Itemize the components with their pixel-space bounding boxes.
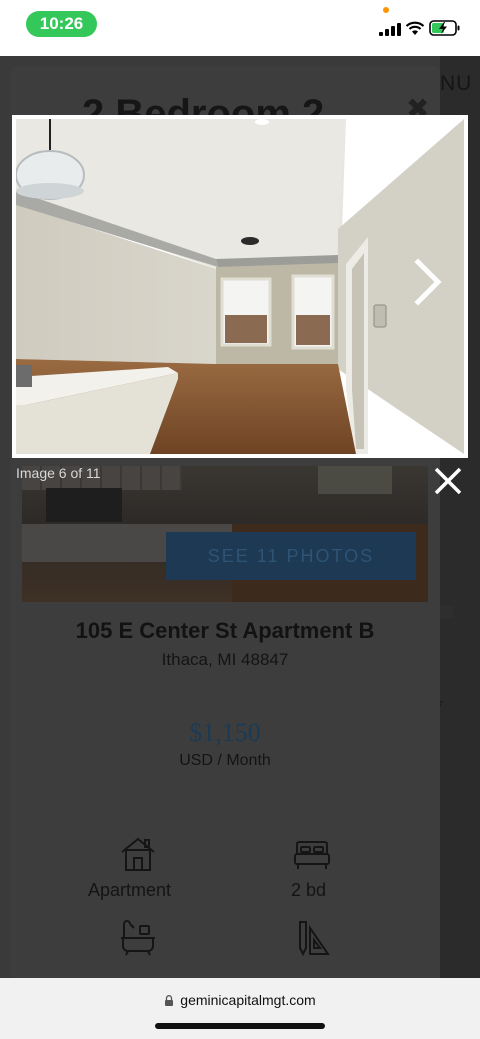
feature-bedrooms-label: 2 bd [291,880,327,900]
status-bar: 10:26 [0,0,480,56]
wifi-icon [405,21,425,35]
image-counter: Image 6 of 11 [16,465,101,481]
price-unit: USD / Month [179,752,271,769]
listing-address: 105 E Center St Apartment B [75,618,375,643]
bath-icon [121,920,155,956]
close-lightbox-icon[interactable] [432,465,464,497]
battery-charging-icon [429,20,460,36]
kitchen-window [318,466,392,494]
kitchen-stove [46,488,122,522]
address-bar[interactable]: geminicapitalmgt.com [0,992,480,1008]
next-image-chevron-right-icon[interactable] [410,258,448,306]
status-time: 10:26 [26,11,97,37]
listing-city: Ithaca, MI 48847 [161,650,289,669]
cellular-signal-icon [379,23,401,36]
apartment-photo [16,119,464,454]
privacy-indicator-icon [383,7,389,13]
url-text: geminicapitalmgt.com [180,992,316,1008]
lightbox-image-frame [12,115,468,458]
see-photos-button[interactable]: SEE 11 PHOTOS [166,532,416,580]
ruler-icon [299,921,330,957]
home-indicator[interactable] [155,1023,325,1029]
bed-icon [294,841,330,869]
listing-price: $1,150 [189,718,261,747]
house-icon [121,837,155,871]
feature-type-label: Apartment [88,880,172,900]
browser-address-bar: geminicapitalmgt.com [0,978,480,1039]
lock-icon [165,995,174,1006]
background-card-edge [440,606,454,618]
menu-link[interactable]: NU [440,72,472,96]
